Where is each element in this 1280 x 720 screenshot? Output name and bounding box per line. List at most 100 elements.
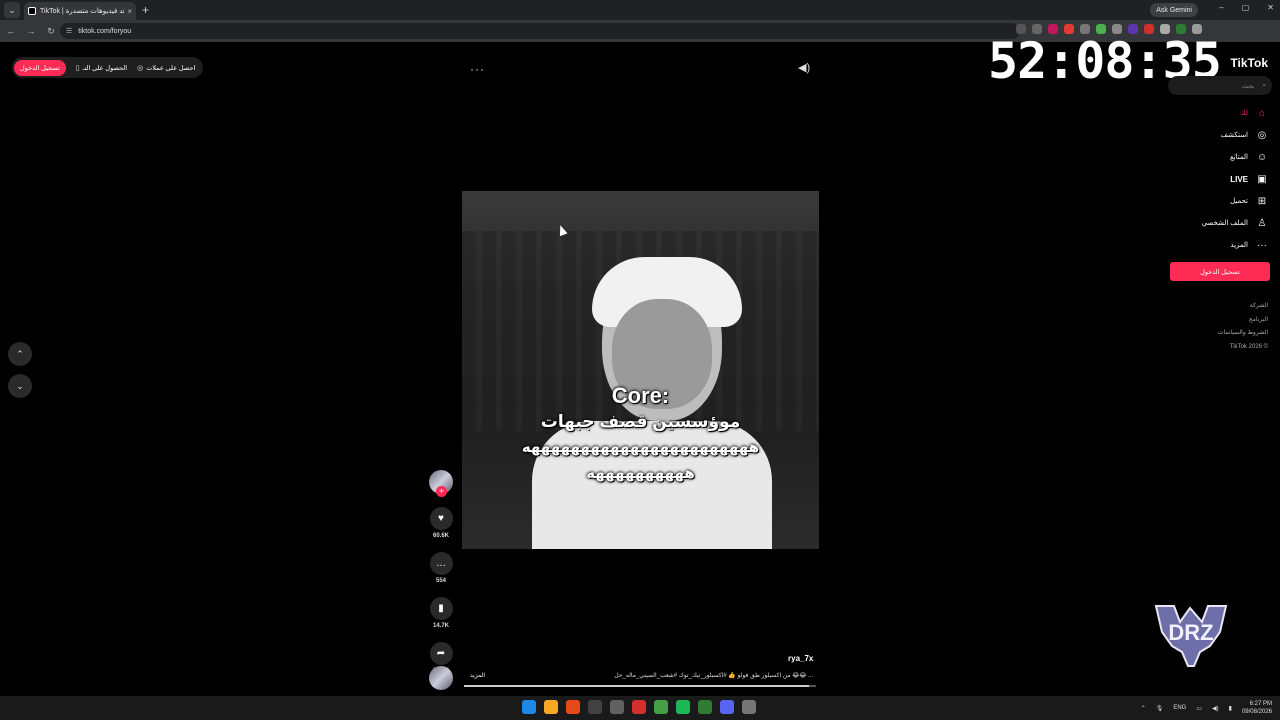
- like-count: 60.6K: [432, 533, 449, 539]
- sidebar-item-more[interactable]: المزيد ···: [1148, 234, 1268, 256]
- follow-plus-icon[interactable]: +: [436, 486, 447, 497]
- browser-tab[interactable]: TikTok | شاهد فيديوهات متصدرة ×: [24, 2, 136, 20]
- sidebar-item-for-you[interactable]: لك ⌂: [1148, 102, 1268, 124]
- sidebar-item-label: LIVE: [1230, 174, 1248, 184]
- search-icon[interactable]: ⌕: [1262, 82, 1266, 90]
- video-progress-bar[interactable]: [464, 685, 816, 687]
- sidebar-item-label: تحميل: [1230, 198, 1248, 205]
- url-text: tiktok.com/foryou: [78, 27, 132, 35]
- microphone-icon[interactable]: 🎙: [1156, 705, 1164, 712]
- ask-gemini-button[interactable]: Ask Gemini: [1150, 3, 1198, 17]
- volume-tray-icon[interactable]: ◀): [1212, 705, 1219, 712]
- network-icon[interactable]: ▭: [1196, 705, 1202, 712]
- app-icon[interactable]: [742, 700, 756, 714]
- footer-link-company[interactable]: الشركة: [1218, 300, 1268, 314]
- app-icon[interactable]: [632, 700, 646, 714]
- previous-video-button[interactable]: ⌃: [8, 342, 32, 366]
- phone-icon: ▯: [75, 64, 80, 72]
- sidebar-item-label: المزيد: [1230, 242, 1248, 249]
- save-action[interactable]: ▮ 14.7K: [426, 597, 456, 629]
- windows-taskbar: ⌃ 🎙 ENG ▭ ◀) ▮ 6:27 PM 09/08/2026: [0, 696, 1280, 720]
- search-input[interactable]: بحث ⌕: [1168, 76, 1272, 95]
- save-count: 14.7K: [432, 623, 449, 629]
- video-actions: + ♥ 60.6K … 554 ▮ 14.7K ➦ 38.9K: [426, 470, 456, 674]
- tiktok-favicon-icon: [28, 7, 36, 15]
- comment-count: 554: [435, 578, 446, 584]
- comment-action[interactable]: … 554: [426, 552, 456, 584]
- sidebar-item-profile[interactable]: الملف الشخصي ♙: [1148, 212, 1268, 234]
- coin-icon: ◎: [137, 64, 144, 72]
- tab-search-button[interactable]: ⌄: [4, 2, 20, 18]
- sidebar-item-label: المتابَع: [1229, 154, 1248, 161]
- author-avatar[interactable]: +: [429, 470, 453, 497]
- bookmark-icon[interactable]: ▮: [429, 597, 453, 620]
- forward-icon[interactable]: →: [22, 26, 40, 36]
- tab-close-icon[interactable]: ×: [127, 7, 132, 16]
- comment-icon[interactable]: …: [429, 552, 453, 575]
- chrome-icon[interactable]: [654, 700, 668, 714]
- sidebar-item-upload[interactable]: تحميل ⊞: [1148, 190, 1268, 212]
- like-action[interactable]: ♥ 60.6K: [426, 507, 456, 539]
- taskbar-clock[interactable]: 6:27 PM 09/08/2026: [1242, 700, 1272, 716]
- footer-link-program[interactable]: البرنامج: [1218, 314, 1268, 328]
- profile-icon: ♙: [1257, 217, 1267, 229]
- sidebar-item-label: لك: [1239, 110, 1248, 117]
- sidebar-item-explore[interactable]: استكشف ◎: [1148, 124, 1268, 146]
- tiktok-page: تسجيل الدخول ▯ الحصول على التـ ◎ احصل عل…: [0, 32, 1280, 690]
- chevron-down-icon: ⌄: [16, 380, 24, 391]
- app-icon[interactable]: [588, 700, 602, 714]
- windows-start-icon[interactable]: [522, 700, 536, 714]
- tray-expand-icon[interactable]: ⌃: [1141, 705, 1146, 712]
- back-icon[interactable]: ←: [2, 26, 20, 36]
- sidebar-item-live[interactable]: LIVE ▣: [1148, 168, 1268, 190]
- heart-icon[interactable]: ♥: [429, 507, 453, 530]
- volume-icon[interactable]: ◀): [798, 61, 810, 74]
- more-icon: ···: [1257, 239, 1267, 251]
- window-controls: – ▢ ✕: [1219, 3, 1274, 12]
- video-player[interactable]: Core: موؤسسين قصف جبهات هههههههههههههههه…: [462, 191, 819, 549]
- maximize-button[interactable]: ▢: [1242, 3, 1250, 12]
- ask-gemini-label: Ask Gemini: [1156, 6, 1192, 14]
- more-options-icon[interactable]: ···: [470, 62, 485, 76]
- site-info-icon[interactable]: ☰: [66, 27, 72, 35]
- next-author-avatar[interactable]: [429, 666, 453, 690]
- video-overlay-line: موؤسسين قصف جبهات: [540, 412, 741, 431]
- language-indicator[interactable]: ENG: [1173, 705, 1186, 711]
- get-coins-button[interactable]: ◎ احصل على عملات: [137, 64, 195, 72]
- get-app-button[interactable]: ▯ الحصول على التـ: [76, 64, 127, 72]
- address-bar[interactable]: ☰ tiktok.com/foryou: [60, 23, 1020, 39]
- next-video-button[interactable]: ⌄: [8, 374, 32, 398]
- discord-icon[interactable]: [720, 700, 734, 714]
- svg-text:DRZ: DRZ: [1168, 620, 1213, 645]
- footer-links: الشركة البرنامج الشروط والسياسات TikTok …: [1218, 300, 1268, 354]
- login-button-top[interactable]: تسجيل الدخول: [14, 59, 66, 76]
- video-overlay-text: Core: موؤسسين قصف جبهات هههههههههههههههه…: [462, 383, 819, 487]
- video-overlay-line: Core:: [611, 383, 670, 408]
- sidebar-login-button[interactable]: تسجيل الدخول: [1170, 262, 1270, 281]
- drz-logo-watermark: DRZ: [1154, 605, 1228, 667]
- share-icon[interactable]: ➦: [429, 642, 453, 665]
- reload-icon[interactable]: ↻: [42, 26, 60, 37]
- new-tab-button[interactable]: +: [142, 3, 149, 17]
- footer-link-terms[interactable]: الشروط والسياسات: [1218, 327, 1268, 341]
- minimize-button[interactable]: –: [1219, 3, 1223, 12]
- file-explorer-icon[interactable]: [544, 700, 558, 714]
- search-placeholder: بحث: [1241, 82, 1255, 90]
- app-icon[interactable]: [698, 700, 712, 714]
- sidebar-nav: لك ⌂ استكشف ◎ المتابَع ☺ LIVE ▣ تحميل ⊞ …: [1148, 102, 1268, 256]
- tab-title: TikTok | شاهد فيديوهات متصدرة: [40, 8, 124, 15]
- app-icon[interactable]: [610, 700, 624, 714]
- spotify-icon[interactable]: [676, 700, 690, 714]
- home-icon: ⌂: [1258, 107, 1266, 119]
- taskbar-date: 09/08/2026: [1241, 709, 1272, 715]
- tiktok-logo[interactable]: TikTok: [1230, 56, 1268, 70]
- caption-more-link[interactable]: المزيد: [470, 672, 485, 679]
- video-author-name[interactable]: rya_7x: [788, 654, 813, 663]
- sidebar-item-following[interactable]: المتابَع ☺: [1148, 146, 1268, 168]
- battery-icon[interactable]: ▮: [1229, 705, 1232, 712]
- upload-icon: ⊞: [1257, 195, 1267, 207]
- brave-icon[interactable]: [566, 700, 580, 714]
- close-window-button[interactable]: ✕: [1267, 3, 1274, 12]
- top-actions-pill: تسجيل الدخول ▯ الحصول على التـ ◎ احصل عل…: [12, 57, 204, 78]
- get-app-label: الحصول على التـ: [82, 64, 128, 72]
